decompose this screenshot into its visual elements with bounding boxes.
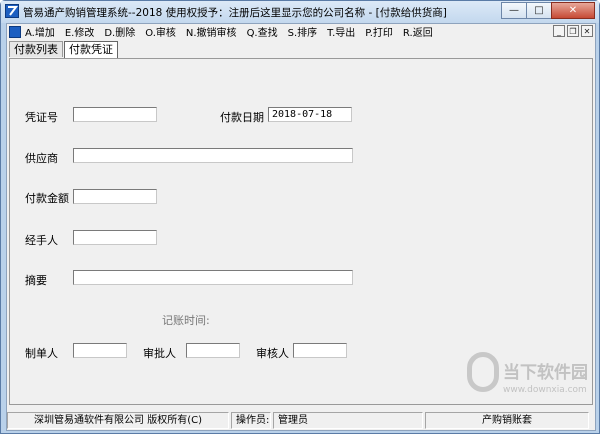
status-bar: 深圳管易通软件有限公司 版权所有(C) 操作员: 管理员 产购销账套 [7,410,595,430]
pay-date-label: 付款日期 [220,111,264,124]
menu-sort[interactable]: S.排序 [288,24,318,39]
menu-delete[interactable]: D.删除 [104,24,135,39]
menu-edit[interactable]: E.修改 [65,24,95,39]
reviewer-field[interactable] [293,343,347,358]
client-area: A.增加 E.修改 D.删除 O.审核 N.撤销审核 Q.查找 S.排序 T.导… [6,23,596,431]
maker-field[interactable] [73,343,127,358]
handler-label: 经手人 [25,234,58,247]
tab-bar: 付款列表 付款凭证 [9,41,119,58]
document-menu-icon[interactable] [9,25,21,38]
approver-field[interactable] [186,343,240,358]
menu-find[interactable]: Q.查找 [247,24,278,39]
status-company: 深圳管易通软件有限公司 版权所有(C) [7,411,229,429]
mdi-controls: _ ❐ ✕ [551,25,593,37]
mdi-close-button[interactable]: ✕ [581,25,593,37]
mdi-restore-button[interactable]: ❐ [567,25,579,37]
window-minimize-button[interactable]: — [501,2,527,19]
handler-field[interactable] [73,230,157,245]
window-controls: — □ ✕ [501,2,595,20]
menu-bar: A.增加 E.修改 D.删除 O.审核 N.撤销审核 Q.查找 S.排序 T.导… [7,24,595,39]
tab-payment-list[interactable]: 付款列表 [9,41,63,57]
supplier-field[interactable] [73,148,353,163]
menu-return[interactable]: R.返回 [403,24,433,39]
menu-cancel-audit[interactable]: N.撤销审核 [186,24,237,39]
status-operator-label: 操作员: [231,411,271,429]
window-close-button[interactable]: ✕ [551,2,595,19]
mdi-minimize-button[interactable]: _ [553,25,565,37]
approver-label: 审批人 [143,347,176,360]
amount-label: 付款金额 [25,192,69,205]
tab-payment-voucher[interactable]: 付款凭证 [64,41,118,58]
reviewer-label: 审核人 [256,347,289,360]
supplier-label: 供应商 [25,152,58,165]
posting-time-label: 记账时间: [162,314,210,327]
maker-label: 制单人 [25,347,58,360]
app-logo-icon[interactable] [5,4,19,18]
app-window: 管易通产购销管理系统--2018 使用权授予：注册后这里显示您的公司名称 - [… [0,0,600,434]
voucher-no-field[interactable] [73,107,157,122]
status-operator-value: 管理员 [273,411,423,429]
status-product: 产购销账套 [425,411,589,429]
menu-print[interactable]: P.打印 [365,24,393,39]
menu-add[interactable]: A.增加 [25,24,55,39]
menu-export[interactable]: T.导出 [327,24,355,39]
menu-audit[interactable]: O.审核 [145,24,176,39]
window-title: 管易通产购销管理系统--2018 使用权授予：注册后这里显示您的公司名称 - [… [23,7,447,19]
window-maximize-button[interactable]: □ [526,2,552,19]
voucher-form-panel: 凭证号 付款日期 2018-07-18 供应商 付款金额 经手人 摘要 记账时间… [9,58,593,405]
summary-field[interactable] [73,270,353,285]
summary-label: 摘要 [25,274,47,287]
title-bar[interactable]: 管易通产购销管理系统--2018 使用权授予：注册后这里显示您的公司名称 - [… [1,1,599,23]
pay-date-field[interactable]: 2018-07-18 [268,107,352,122]
voucher-no-label: 凭证号 [25,111,58,124]
amount-field[interactable] [73,189,157,204]
